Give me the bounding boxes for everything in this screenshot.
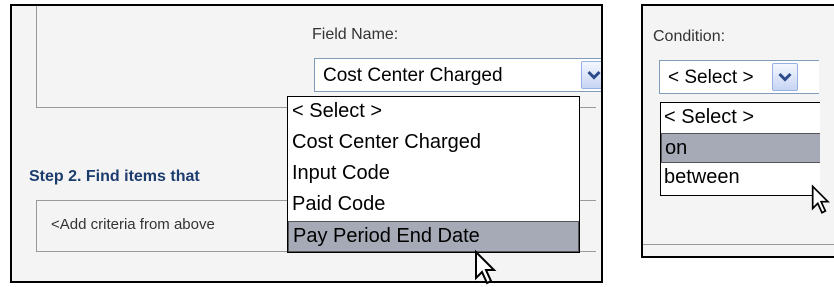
- field-option-paid-code[interactable]: Paid Code: [288, 190, 579, 221]
- field-option-pay-period-end-date[interactable]: Pay Period End Date: [288, 221, 579, 252]
- criteria-placeholder: <Add criteria from above: [51, 216, 215, 233]
- step2-title: Step 2. Find items that: [29, 168, 200, 185]
- field-option-input-code[interactable]: Input Code: [288, 159, 579, 190]
- field-option-cost-center-charged[interactable]: Cost Center Charged: [288, 128, 579, 159]
- condition-option-between[interactable]: between: [661, 163, 820, 193]
- field-name-select[interactable]: Cost Center Charged: [314, 58, 601, 92]
- chevron-down-icon[interactable]: [772, 63, 798, 91]
- divider: [643, 244, 834, 245]
- field-select-value: Cost Center Charged: [323, 65, 503, 86]
- condition-panel: Condition: < Select > < Select > on betw…: [641, 4, 834, 258]
- field-options-list: < Select > Cost Center Charged Input Cod…: [287, 96, 580, 253]
- condition-options-list: < Select > on between: [660, 102, 820, 196]
- field-name-section: Field Name: Cost Center Charged: [36, 6, 601, 108]
- condition-select[interactable]: < Select >: [659, 60, 819, 94]
- chevron-down-icon[interactable]: [581, 61, 601, 89]
- field-option-select[interactable]: < Select >: [288, 97, 579, 128]
- condition-option-select[interactable]: < Select >: [661, 103, 820, 133]
- condition-label: Condition:: [653, 28, 726, 45]
- condition-option-on[interactable]: on: [661, 133, 820, 163]
- field-name-label: Field Name:: [312, 26, 399, 43]
- condition-select-value: < Select >: [668, 67, 754, 88]
